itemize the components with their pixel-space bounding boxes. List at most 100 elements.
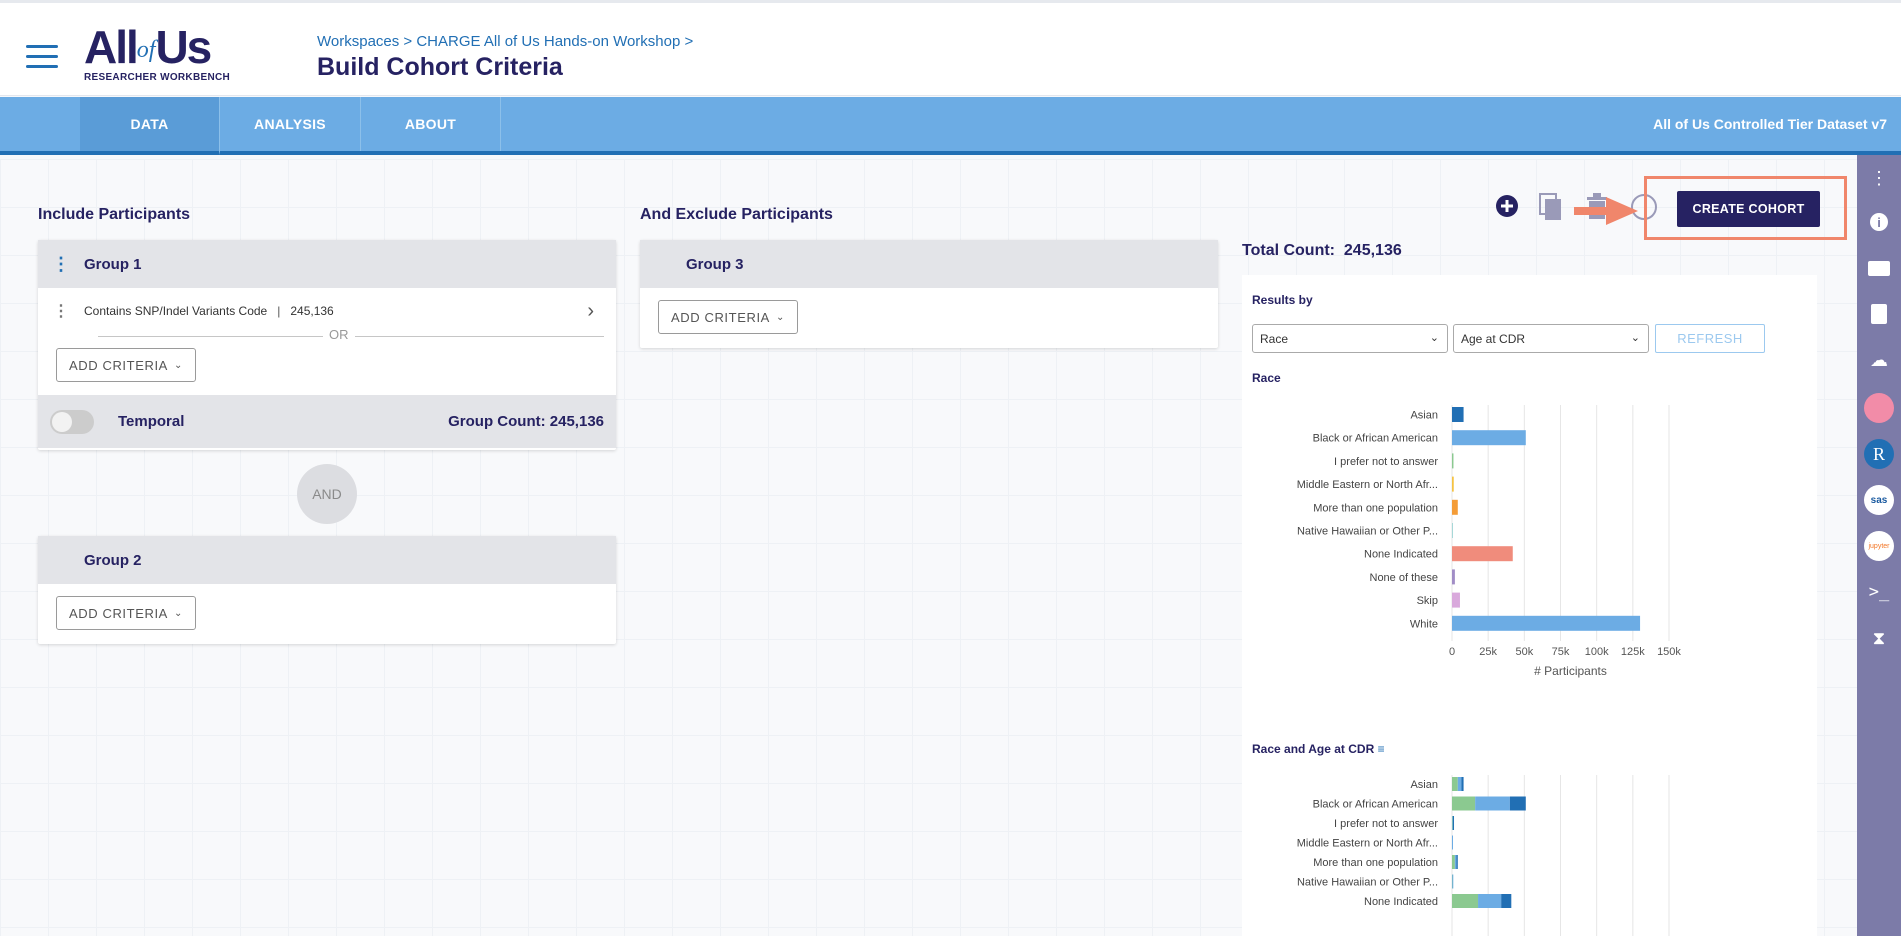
stacked-bar-segment [1461,777,1464,791]
jupyter-icon[interactable]: jupyter [1864,531,1894,561]
folder-icon[interactable] [1864,253,1894,283]
group-count: Group Count: 245,136 [448,413,604,430]
race-age-stacked-chart: Asian Black or African American I prefer n… [1297,775,1670,936]
results-select-2[interactable]: Age at CDR ⌄ [1453,324,1649,353]
x-tick-label: 150k [1657,646,1681,658]
rstudio-icon[interactable] [1864,393,1894,423]
exclude-participants-title: And Exclude Participants [640,206,833,223]
r-icon[interactable]: R [1864,439,1894,469]
notebook-icon[interactable] [1864,299,1894,329]
chevron-down-icon: ⌄ [775,311,785,323]
chevron-down-icon: ⌄ [1429,332,1439,344]
chevron-down-icon: ⌄ [1630,332,1640,344]
group-3-card: ⋮ Group 3 ADD CRITERIA⌄ [640,240,1218,348]
stacked-bar-segment [1456,855,1458,869]
category-label: Skip [1417,595,1438,607]
x-tick-label: 100k [1585,646,1609,658]
hourglass-icon[interactable]: ⧗ [1864,623,1894,653]
criterion-label: Contains SNP/Indel Variants Code [84,304,268,318]
stacked-bar-segment [1452,796,1476,811]
and-connector: AND [297,464,357,524]
stacked-bar-segment [1509,796,1526,811]
temporal-label: Temporal [118,413,185,430]
category-label: Middle Eastern or North Afr... [1297,479,1438,491]
tab-about[interactable]: ABOUT [361,97,501,151]
temporal-toggle[interactable] [50,409,94,434]
stacked-bar-segment [1478,894,1502,908]
stacked-bar-segment [1452,855,1455,869]
stacked-bar-segment [1452,874,1454,889]
bar [1452,569,1455,585]
x-tick-label: 125k [1621,646,1645,658]
hamburger-menu-icon[interactable] [26,45,58,69]
category-label: None Indicated [1364,896,1438,908]
chevron-right-icon[interactable]: › [587,300,594,323]
x-tick-label: 0 [1449,646,1455,658]
category-label: Middle Eastern or North Afr... [1297,838,1438,850]
copy-icon[interactable] [1538,192,1564,222]
terminal-icon[interactable]: >_ [1864,577,1894,607]
category-label: None Indicated [1364,549,1438,561]
bar [1452,592,1460,608]
page-title: Build Cohort Criteria [317,53,563,81]
bar [1452,523,1453,538]
include-participants-title: Include Participants [38,206,191,223]
bar [1452,476,1454,492]
category-label: I prefer not to answer [1334,456,1438,468]
breadcrumb[interactable]: Workspaces > CHARGE All of Us Hands-on W… [317,33,693,50]
stacked-bar-segment [1454,855,1457,869]
bar [1452,407,1464,422]
temporal-bar: Temporal Group Count: 245,136 [38,395,616,448]
results-panel: Results by Race ⌄ Age at CDR ⌄ REFRESH Rac… [1242,275,1817,936]
add-criteria-button-group-2[interactable]: ADD CRITERIA ⌄ [56,596,196,630]
group-2-card: ⋮ Group 2 ADD CRITERIA⌄ [38,536,616,644]
group-1-menu-icon[interactable]: ⋮ [38,254,84,275]
dataset-label: All of Us Controlled Tier Dataset v7 [1653,116,1887,132]
add-criteria-button-group-3[interactable]: ADD CRITERIA ⌄ [658,300,798,334]
category-label: None of these [1370,572,1439,584]
cloud-icon[interactable]: ☁ [1864,345,1894,375]
x-tick-label: 50k [1515,646,1533,658]
total-count: Total Count: 245,136 [1242,242,1402,259]
category-label: Black or African American [1313,433,1438,445]
group-3-header: ⋮ Group 3 [640,240,1218,288]
sas-icon[interactable]: sas [1864,485,1894,515]
category-label: Asian [1410,779,1438,791]
category-label: Black or African American [1313,799,1438,811]
stacked-bar-segment [1475,796,1510,811]
app-header: AllofUs RESEARCHER WORKBENCH Workspaces … [0,0,1901,96]
x-axis-label: # Participants [1534,664,1607,678]
tab-data[interactable]: DATA [80,97,220,155]
stacked-bar-segment [1452,894,1479,908]
add-criteria-button-group-1[interactable]: ADD CRITERIA ⌄ [56,348,196,382]
results-select-1[interactable]: Race ⌄ [1252,324,1448,353]
bar [1452,499,1458,515]
group-2-title: Group 2 [84,551,142,569]
race-bar-chart: 0 25k 50k 75k 100k 125k 150k Asian Black or Afri… [1297,405,1681,678]
group-1-card: ⋮ Group 1 ⋮ Contains SNP/Indel Variants … [38,240,616,450]
sort-icon: ≡ [1377,742,1385,756]
category-label: Asian [1410,410,1438,422]
all-of-us-logo[interactable]: AllofUs RESEARCHER WORKBENCH [84,24,244,83]
chevron-down-icon: ⌄ [173,607,183,619]
criterion-menu-icon[interactable]: ⋮ [38,301,84,321]
create-cohort-button[interactable]: CREATE COHORT [1677,191,1820,227]
bar [1452,453,1454,469]
group-2-header: ⋮ Group 2 [38,536,616,584]
category-label: More than one population [1313,857,1438,869]
group-3-title: Group 3 [686,255,744,273]
criterion-count: 245,136 [290,304,334,318]
category-label: Native Hawaiian or Other P... [1297,526,1438,538]
workspace-nav: DATA ANALYSIS ABOUT All of Us Controlled… [0,97,1901,155]
add-group-icon[interactable] [1495,194,1519,218]
arrow-annotation-icon [1574,197,1638,225]
category-label: Native Hawaiian or Other P... [1297,877,1438,889]
info-icon[interactable]: i [1864,207,1894,237]
stacked-bar-segment [1457,777,1462,791]
or-label: OR [323,327,355,342]
stacked-bar-segment [1452,835,1453,850]
kebab-icon[interactable]: ⋮ [1864,163,1894,193]
refresh-button[interactable]: REFRESH [1655,324,1765,353]
tab-analysis[interactable]: ANALYSIS [220,97,361,151]
category-label: More than one population [1313,502,1438,514]
